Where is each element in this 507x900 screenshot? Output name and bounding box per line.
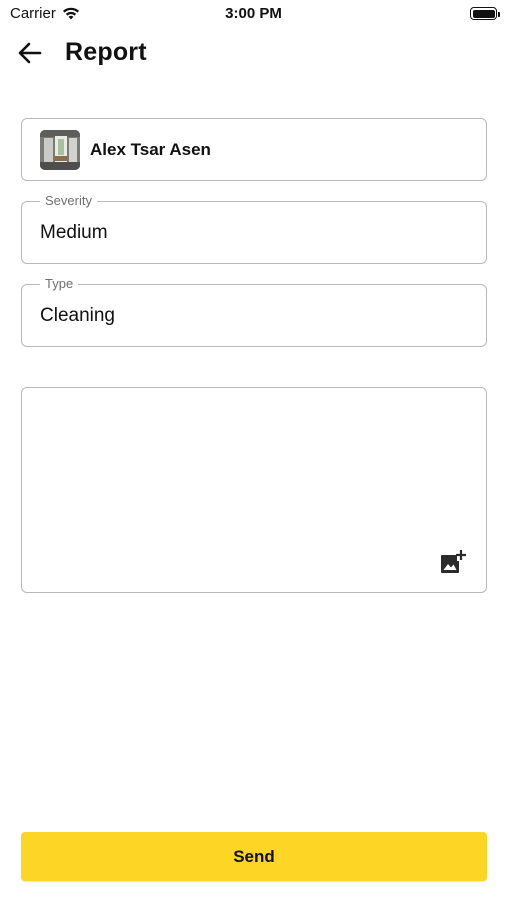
send-button[interactable]: Send xyxy=(21,832,487,881)
battery-icon xyxy=(470,7,500,20)
back-button[interactable] xyxy=(14,38,46,68)
severity-field[interactable]: Severity Medium xyxy=(21,193,487,264)
type-label: Type xyxy=(40,276,79,291)
severity-label: Severity xyxy=(40,193,97,208)
app-header: Report xyxy=(0,30,507,76)
type-field[interactable]: Type Cleaning xyxy=(21,276,487,347)
description-textarea[interactable] xyxy=(21,387,487,593)
page-title: Report xyxy=(65,38,147,66)
status-bar: Carrier 3:00 PM xyxy=(0,0,507,28)
arrow-left-icon xyxy=(18,42,42,64)
severity-value: Medium xyxy=(40,222,108,243)
add-photo-icon xyxy=(441,550,466,573)
user-card[interactable]: Alex Tsar Asen xyxy=(21,118,487,181)
user-name: Alex Tsar Asen xyxy=(90,140,211,159)
status-time: 3:00 PM xyxy=(225,5,282,22)
type-value: Cleaning xyxy=(40,305,115,326)
battery-tip xyxy=(498,11,500,17)
avatar xyxy=(40,130,80,170)
battery-level xyxy=(472,9,495,18)
add-image-button[interactable] xyxy=(440,549,466,575)
room-photo-avatar xyxy=(40,130,80,170)
